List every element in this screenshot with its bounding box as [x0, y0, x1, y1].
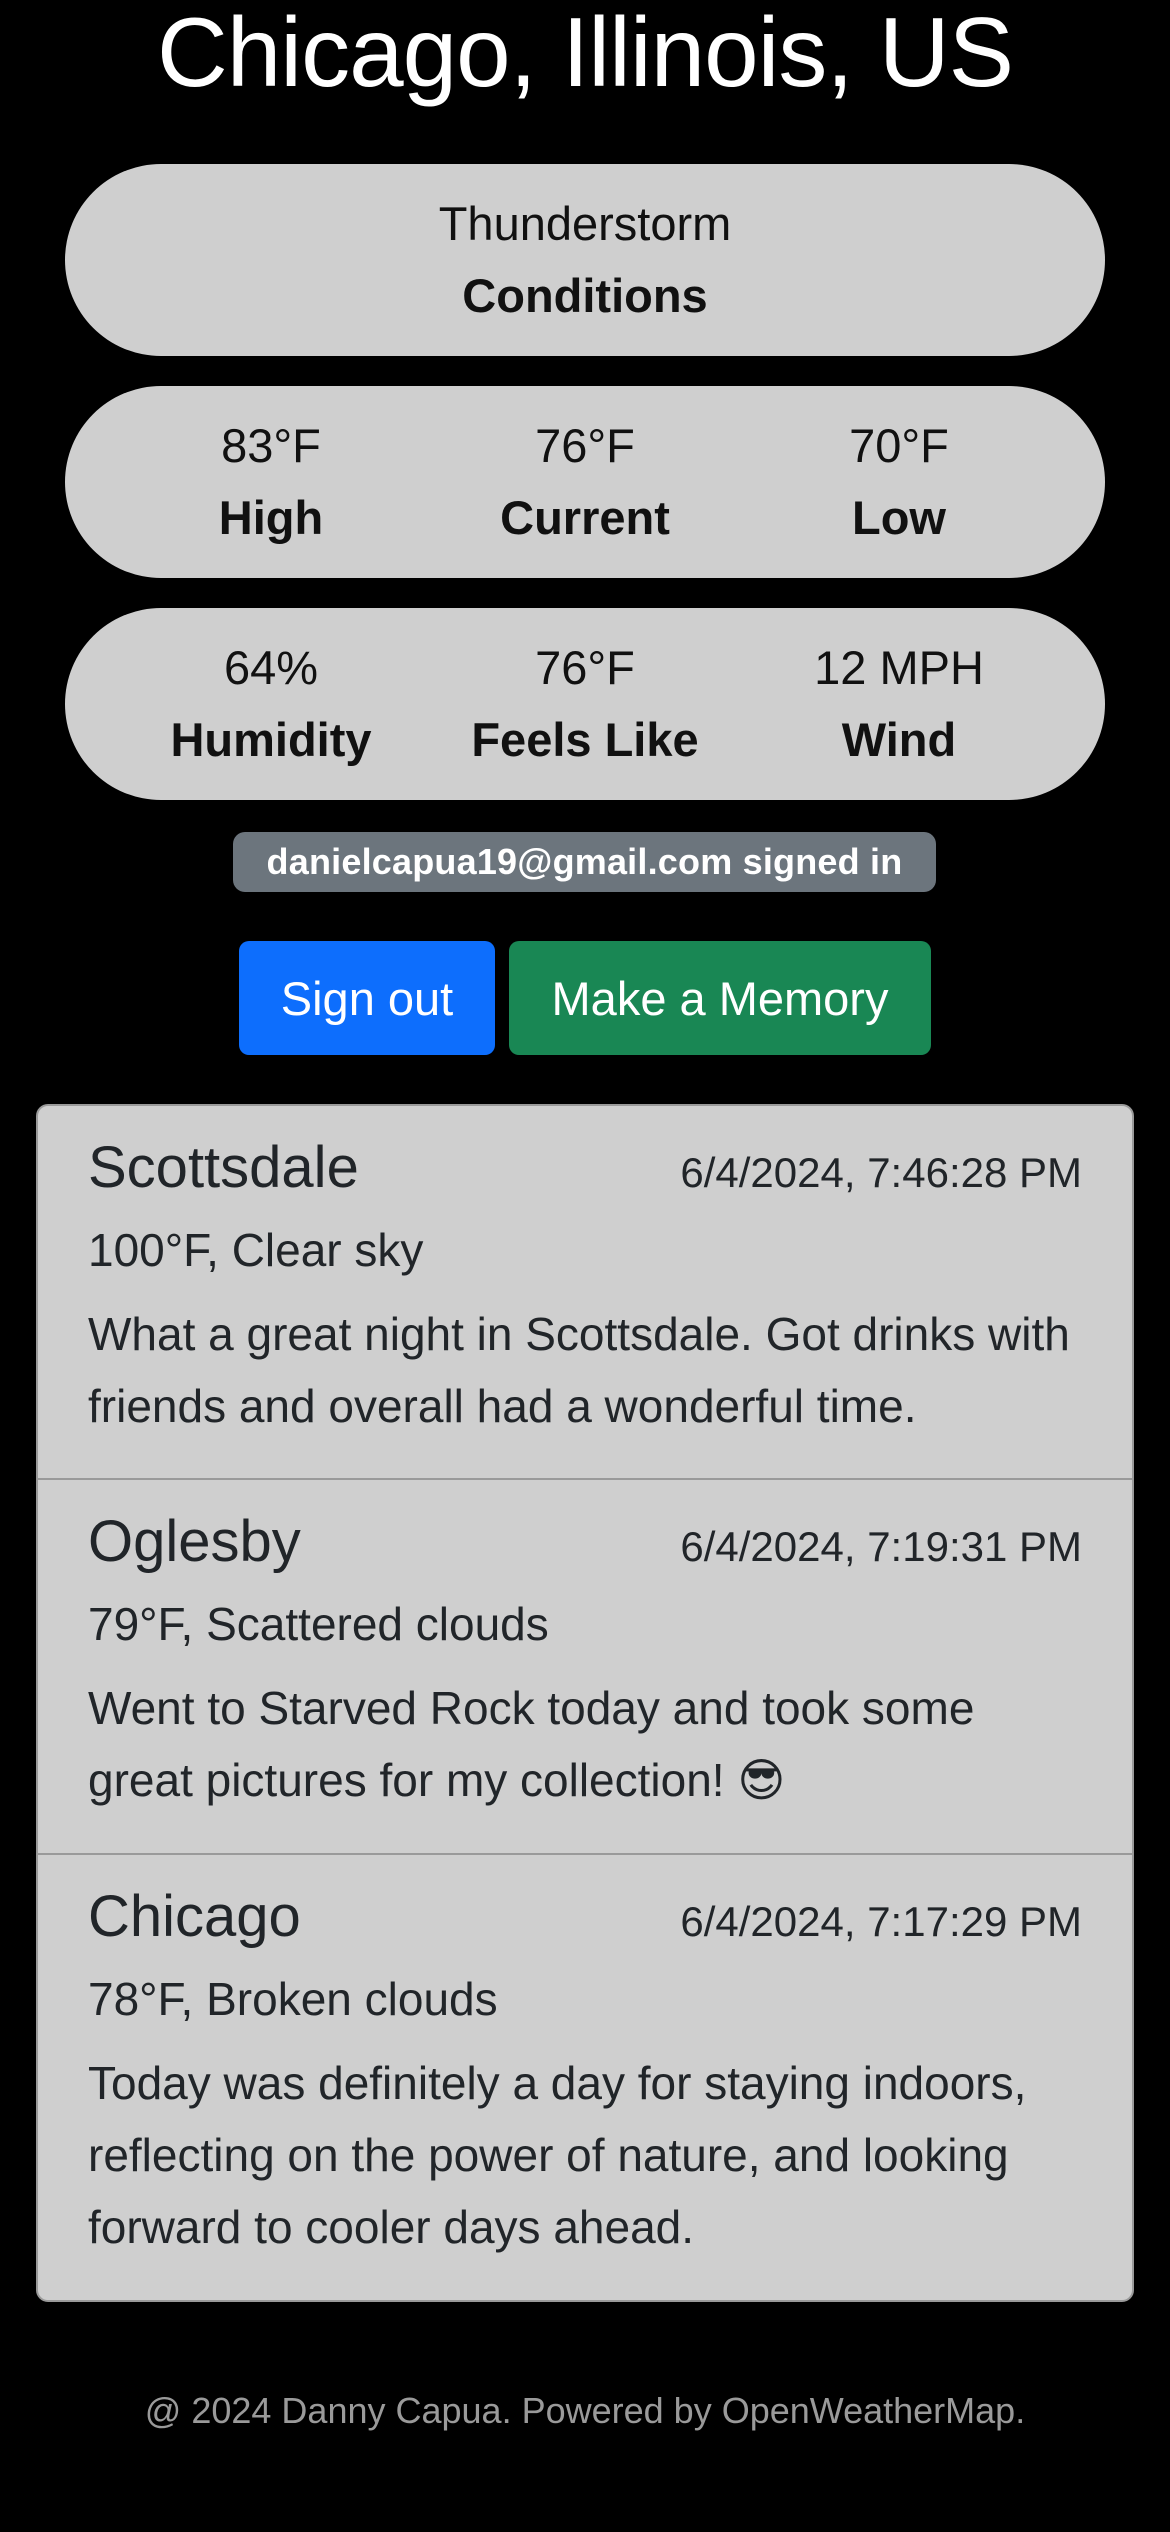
feels-like: 76°F Feels Like: [428, 632, 742, 776]
memory-city: Scottsdale: [88, 1135, 359, 1200]
memory-note: What a great night in Scottsdale. Got dr…: [88, 1308, 1070, 1432]
memory-item: Chicago 6/4/2024, 7:17:29 PM 78°F, Broke…: [38, 1855, 1132, 2300]
humidity-value: 64%: [223, 641, 319, 694]
memory-item: Scottsdale 6/4/2024, 7:46:28 PM 100°F, C…: [38, 1106, 1132, 1480]
humidity: 64% Humidity: [114, 632, 428, 776]
feels-like-label: Feels Like: [471, 713, 699, 766]
temp-high-value: 83°F: [221, 419, 321, 472]
conditions-card: Thunderstorm Conditions: [65, 164, 1105, 356]
memory-weather: 79°F, Scattered clouds: [88, 1598, 549, 1650]
memory-city: Oglesby: [88, 1509, 301, 1574]
memory-timestamp: 6/4/2024, 7:46:28 PM: [680, 1149, 1082, 1196]
wind-value: 12 MPH: [814, 641, 984, 694]
memory-weather: 78°F, Broken clouds: [88, 1973, 498, 2025]
details-card: 64% Humidity 76°F Feels Like 12 MPH Wind: [65, 608, 1105, 800]
page-title: Chicago, Illinois, US: [157, 0, 1014, 107]
temp-high-label: High: [218, 491, 324, 544]
weather-app: Chicago, Illinois, US Thunderstorm Condi…: [0, 0, 1170, 2532]
temp-high: 83°F High: [114, 410, 428, 554]
temp-low-value: 70°F: [849, 419, 949, 472]
conditions-label: Conditions: [462, 269, 708, 322]
make-memory-button[interactable]: Make a Memory: [509, 941, 931, 1055]
memory-note: Went to Starved Rock today and took some…: [88, 1682, 975, 1806]
temp-current-value: 76°F: [535, 419, 635, 472]
footer-text: @ 2024 Danny Capua. Powered by OpenWeath…: [144, 2390, 1026, 2431]
humidity-label: Humidity: [170, 713, 372, 766]
temp-low: 70°F Low: [742, 410, 1056, 554]
memory-weather: 100°F, Clear sky: [88, 1224, 424, 1276]
memory-item: Oglesby 6/4/2024, 7:19:31 PM 79°F, Scatt…: [38, 1480, 1132, 1855]
temperature-card: 83°F High 76°F Current 70°F Low: [65, 386, 1105, 578]
sign-out-button[interactable]: Sign out: [239, 941, 495, 1055]
temp-current-label: Current: [500, 491, 670, 544]
memory-city: Chicago: [88, 1884, 301, 1949]
conditions-value: Thunderstorm: [438, 197, 732, 250]
temp-low-label: Low: [852, 491, 946, 544]
wind: 12 MPH Wind: [742, 632, 1056, 776]
memory-timestamp: 6/4/2024, 7:17:29 PM: [680, 1898, 1082, 1945]
memory-note: Today was definitely a day for staying i…: [88, 2057, 1027, 2253]
signed-in-badge: danielcapua19@gmail.com signed in: [233, 832, 936, 892]
memory-list: Scottsdale 6/4/2024, 7:46:28 PM 100°F, C…: [36, 1104, 1134, 2302]
memory-timestamp: 6/4/2024, 7:19:31 PM: [680, 1523, 1082, 1570]
temp-current: 76°F Current: [428, 410, 742, 554]
wind-label: Wind: [841, 713, 957, 766]
feels-like-value: 76°F: [535, 641, 635, 694]
